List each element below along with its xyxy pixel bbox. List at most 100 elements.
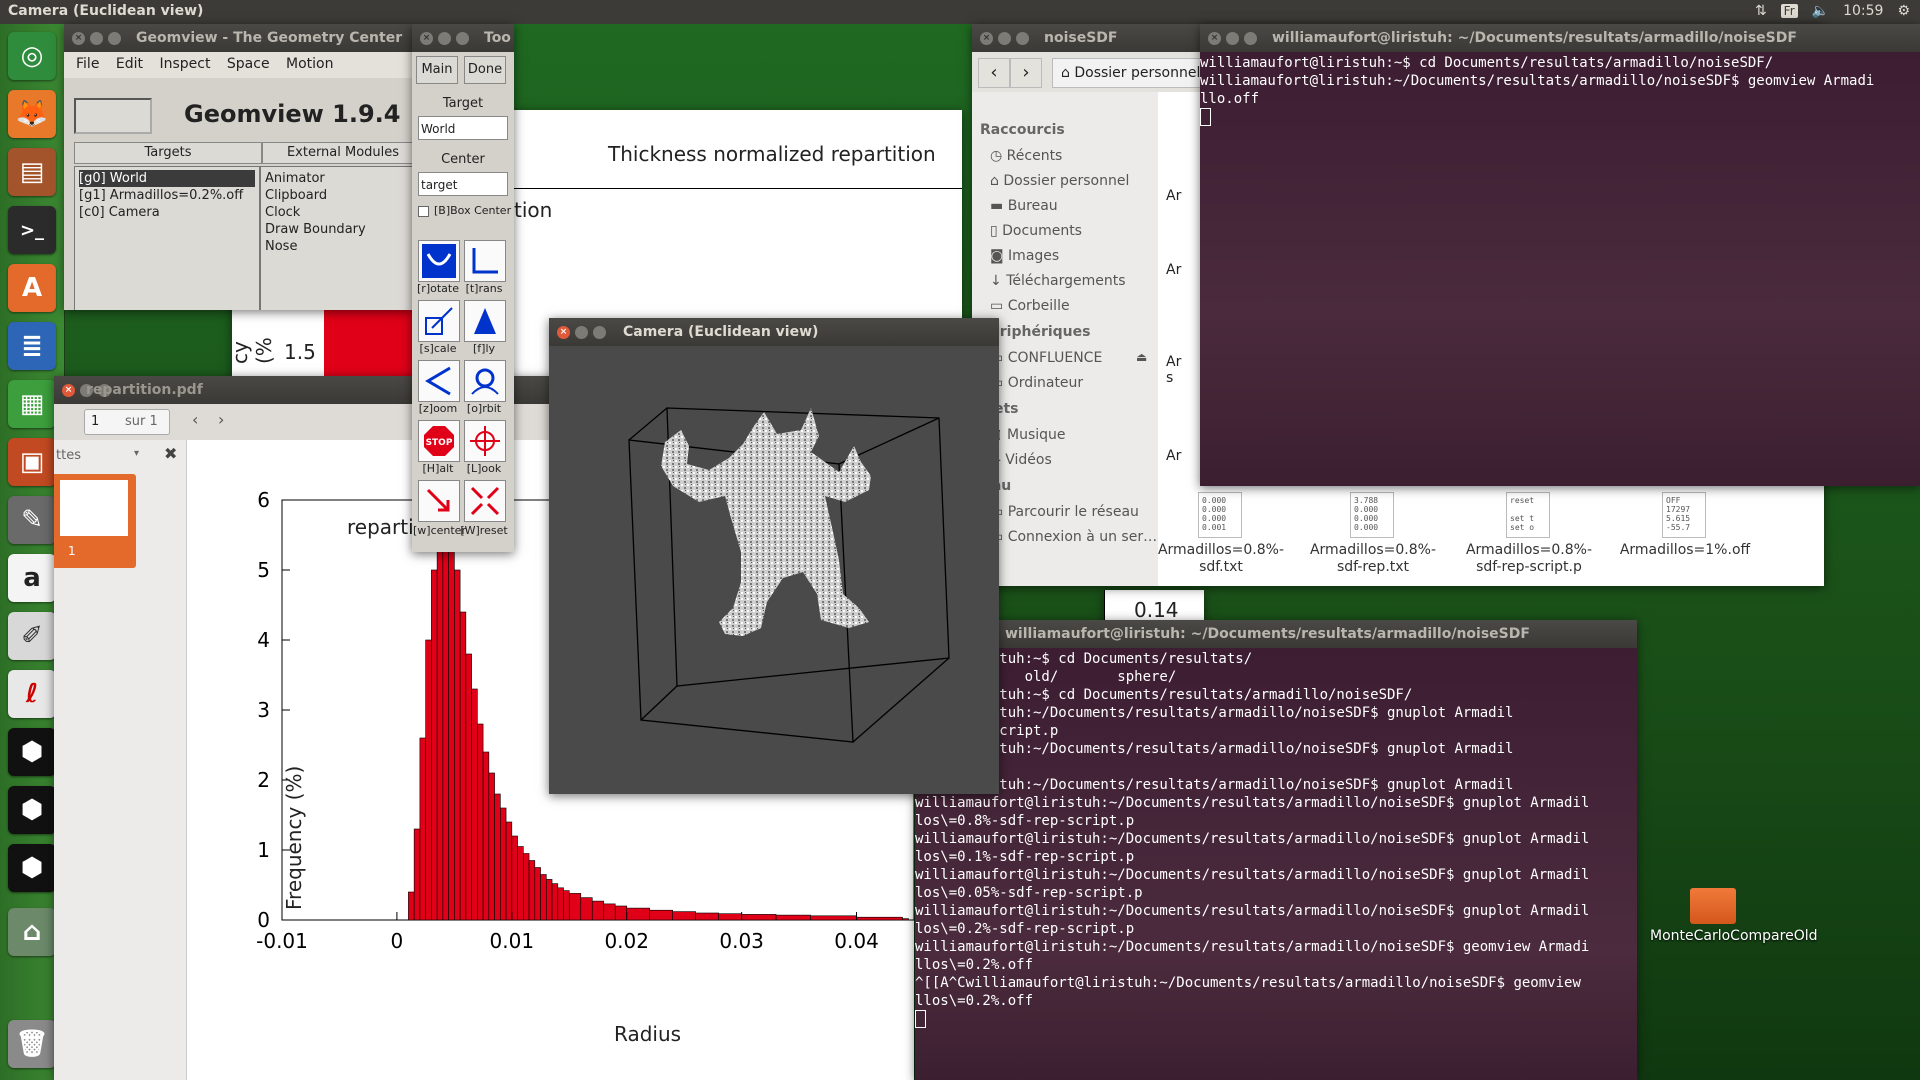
trash-icon[interactable]: 🗑 (8, 1020, 56, 1068)
translate-icon[interactable] (464, 240, 506, 282)
amazon-icon[interactable]: a (8, 554, 56, 602)
forward-icon[interactable]: › (1010, 58, 1042, 88)
maximize-icon[interactable] (108, 32, 121, 45)
maximize-icon[interactable] (1244, 32, 1257, 45)
menu-motion[interactable]: Motion (286, 56, 333, 72)
file-name[interactable]: Armadillos=0.8%-sdf-rep-script.p (1454, 542, 1604, 576)
geomview-icon-2[interactable]: ⬢ (8, 786, 56, 834)
close-sidebar-icon[interactable]: ✖ (164, 444, 177, 463)
calc-icon[interactable]: ▦ (8, 380, 56, 428)
sidebar-item-connect-server[interactable]: ▭ Connexion à un ser… (990, 529, 1157, 545)
list-item[interactable]: Clock (265, 204, 412, 221)
sidebar-item-downloads[interactable]: ↓ Téléchargements (990, 273, 1126, 289)
close-icon[interactable]: × (62, 384, 75, 397)
terminal-icon[interactable]: >_ (8, 206, 56, 254)
writer-icon[interactable]: ≣ (8, 322, 56, 370)
close-icon[interactable]: × (72, 32, 85, 45)
tools-titlebar[interactable]: × Too (412, 24, 514, 52)
maximize-icon[interactable] (593, 326, 606, 339)
fly-icon[interactable] (464, 300, 506, 342)
chevron-down-icon[interactable]: ▾ (134, 448, 139, 459)
clock[interactable]: 10:59 (1843, 3, 1883, 19)
menu-edit[interactable]: Edit (116, 56, 143, 72)
list-item[interactable]: [c0] Camera (79, 204, 255, 221)
sidebar-item-images[interactable]: ◙ Images (990, 248, 1059, 264)
usb-icon[interactable]: ⌂ (8, 908, 56, 956)
file-name[interactable]: Armadillos=1%.off (1610, 542, 1760, 559)
close-icon[interactable]: × (420, 32, 433, 45)
prev-page-icon[interactable]: ‹ (192, 410, 198, 429)
eject-icon[interactable]: ⏏ (1136, 350, 1147, 364)
pdf-viewer-icon[interactable]: ℓ (8, 670, 56, 718)
scale-icon[interactable] (418, 300, 460, 342)
geomview-tools-window[interactable]: × Too Main Done Target World Center targ… (412, 24, 514, 552)
geomview-icon-1[interactable]: ⬢ (8, 728, 56, 776)
list-item[interactable]: [g0] World (79, 170, 255, 187)
sidebar-item-music[interactable]: ♫ Musique (990, 427, 1066, 443)
software-center-icon[interactable]: A (8, 264, 56, 312)
minimize-icon[interactable] (575, 326, 588, 339)
sidebar-item-home[interactable]: ⌂ Dossier personnel (990, 173, 1129, 189)
rotate-icon[interactable] (418, 240, 460, 282)
minimize-icon[interactable] (1226, 32, 1239, 45)
sidebar-mode-label[interactable]: ttes (56, 448, 81, 463)
orbit-icon[interactable] (464, 360, 506, 402)
done-button[interactable]: Done (464, 56, 506, 84)
volume-icon[interactable]: 🔈 (1812, 3, 1829, 19)
menu-space[interactable]: Space (227, 56, 270, 72)
center-icon[interactable] (418, 480, 460, 522)
sidebar-item-trash[interactable]: ▭ Corbeille (990, 298, 1070, 314)
sidebar-item-recent[interactable]: ◷ Récents (990, 148, 1062, 164)
terminal-titlebar[interactable]: × williamaufort@liristuh: ~/Documents/re… (1200, 24, 1920, 52)
center-field[interactable]: target (418, 172, 508, 196)
minimize-icon[interactable] (998, 32, 1011, 45)
camera-titlebar[interactable]: × Camera (Euclidean view) (549, 318, 999, 346)
sidebar-item-documents[interactable]: ▯ Documents (990, 223, 1082, 239)
close-icon[interactable]: × (980, 32, 993, 45)
page-thumbnail[interactable]: 1 (54, 474, 136, 568)
close-icon[interactable]: × (557, 326, 570, 339)
minimize-icon[interactable] (90, 32, 103, 45)
terminal-output[interactable]: fort@liristuh:~$ cd Documents/resultats/… (915, 648, 1637, 1080)
firefox-icon[interactable]: 🦊 (8, 90, 56, 138)
sidebar-item-computer[interactable]: ▭ Ordinateur (990, 375, 1083, 391)
terminal-output[interactable]: williamaufort@liristuh:~$ cd Documents/r… (1200, 52, 1920, 486)
main-button[interactable]: Main (416, 56, 458, 84)
minimize-icon[interactable] (438, 32, 451, 45)
maximize-icon[interactable] (456, 32, 469, 45)
file-icon[interactable]: OFF 17297 5.615 -55.7 (1662, 492, 1706, 538)
maximize-icon[interactable] (1016, 32, 1029, 45)
file-name[interactable]: Armadillos=0.8%-sdf.txt (1146, 542, 1296, 576)
stop-icon[interactable]: STOP (418, 420, 460, 462)
list-item[interactable]: Nose (265, 238, 412, 255)
camera-window[interactable]: × Camera (Euclidean view) (549, 318, 999, 794)
list-item[interactable]: Animator (265, 170, 412, 187)
target-field[interactable]: World (418, 116, 508, 140)
text-editor-icon[interactable]: ✐ (8, 612, 56, 660)
sidebar-item-confluence[interactable]: ▭ CONFLUENCE (990, 350, 1102, 366)
page-input[interactable]: 1 sur 1 (84, 409, 170, 435)
geomview-icon-3[interactable]: ⬢ (8, 844, 56, 892)
geomview-main-window[interactable]: × Geomview - The Geometry Center File Ed… (64, 24, 412, 310)
sidebar-item-desktop[interactable]: ▬ Bureau (990, 198, 1058, 214)
back-icon[interactable]: ‹ (978, 58, 1010, 88)
impress-icon[interactable]: ▣ (8, 438, 56, 486)
location-button[interactable]: ⌂ Dossier personnel (1052, 58, 1210, 88)
sidebar-item-network[interactable]: ▭ Parcourir le réseau (990, 504, 1139, 520)
geomview-titlebar[interactable]: × Geomview - The Geometry Center (64, 24, 412, 52)
file-icon[interactable]: 0.000 0.000 0.000 0.001 (1198, 492, 1242, 538)
sidebar-item-videos[interactable]: ▶ Vidéos (990, 452, 1052, 468)
3d-viewport[interactable] (549, 346, 999, 794)
next-page-icon[interactable]: › (218, 410, 224, 429)
list-item[interactable]: [g1] Armadillos=0.2%.off (79, 187, 255, 204)
file-icon[interactable]: 3.788 0.000 0.000 0.000 (1350, 492, 1394, 538)
bbox-center-checkbox[interactable] (418, 206, 429, 217)
list-item[interactable]: Clipboard (265, 187, 412, 204)
desktop-folder[interactable]: MonteCarloCompareOld (1650, 880, 1818, 960)
terminal-window-top[interactable]: × williamaufort@liristuh: ~/Documents/re… (1200, 24, 1920, 486)
keyboard-layout[interactable]: Fr (1780, 4, 1798, 18)
settings-icon[interactable]: ✎ (8, 496, 56, 544)
terminal-window-bottom[interactable]: williamaufort@liristuh: ~/Documents/resu… (915, 620, 1637, 1080)
menu-inspect[interactable]: Inspect (159, 56, 210, 72)
file-icon[interactable]: reset set t set o (1506, 492, 1550, 538)
